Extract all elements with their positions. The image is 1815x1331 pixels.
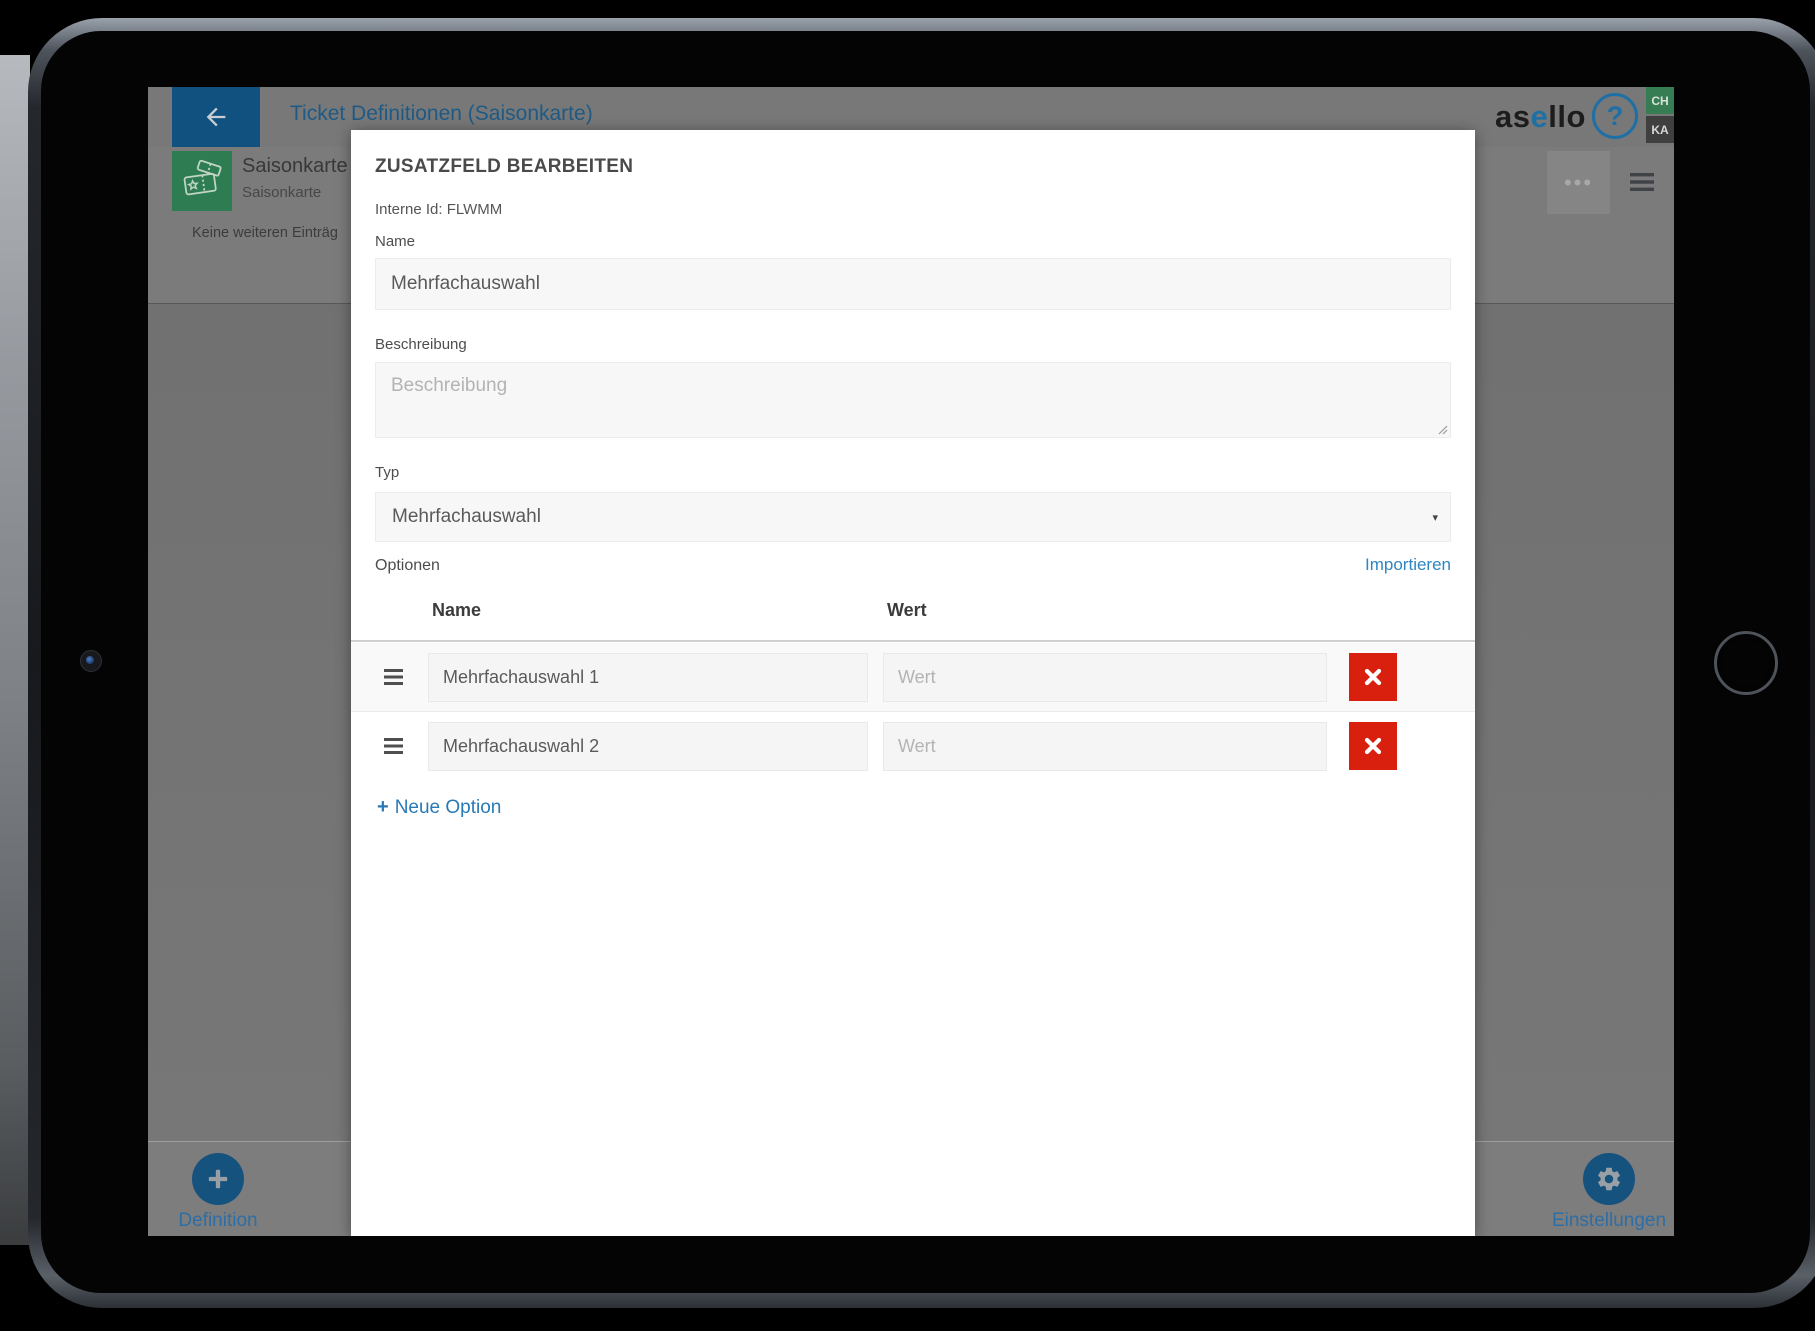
column-header-name: Name <box>432 600 481 621</box>
close-icon <box>1363 736 1383 756</box>
description-label: Beschreibung <box>375 336 467 353</box>
back-arrow-icon <box>202 103 230 131</box>
locale-badges: CH KA <box>1646 87 1674 143</box>
option-wert-input[interactable] <box>883 722 1327 771</box>
badge-ch: CH <box>1646 87 1674 114</box>
logo-prefix: as <box>1495 99 1530 134</box>
einstellungen-label: Einstellungen <box>1552 1210 1666 1232</box>
option-wert-input[interactable] <box>883 653 1327 702</box>
list-item-saisonkarte[interactable]: Saisonkarte Saisonkarte <box>172 151 348 211</box>
chevron-down-icon: ▾ <box>1432 511 1438 524</box>
name-label: Name <box>375 233 415 250</box>
import-link[interactable]: Importieren <box>1365 555 1451 575</box>
options-head: Optionen Importieren <box>375 555 1451 575</box>
edit-field-modal: ZUSATZFELD BEARBEITEN Interne Id: FLWMM … <box>351 130 1475 1236</box>
type-select[interactable]: Mehrfachauswahl ▾ <box>375 492 1451 542</box>
page-title: Ticket Definitionen (Saisonkarte) <box>290 102 593 126</box>
definition-label: Definition <box>178 1210 257 1232</box>
option-name-input[interactable] <box>428 653 868 702</box>
logo-accent: e <box>1530 99 1548 134</box>
background-wall <box>0 55 30 1245</box>
column-header-wert: Wert <box>887 600 927 621</box>
internal-id-label: Interne Id: <box>375 201 443 218</box>
description-textarea[interactable] <box>375 362 1451 438</box>
definition-button[interactable]: Definition <box>148 1153 298 1232</box>
more-button[interactable]: ••• <box>1547 151 1610 214</box>
ticket-icon <box>172 151 232 211</box>
option-row <box>351 712 1475 780</box>
question-glyph: ? <box>1607 101 1624 132</box>
options-table-header: Name Wert <box>351 600 1475 642</box>
gear-icon <box>1583 1153 1635 1205</box>
camera-lens <box>86 656 94 664</box>
einstellungen-button[interactable]: Einstellungen <box>1529 1153 1674 1232</box>
asello-logo: asello <box>1495 99 1586 135</box>
plus-icon: + <box>377 796 389 819</box>
option-name-input[interactable] <box>428 722 868 771</box>
type-select-value: Mehrfachauswahl <box>392 506 541 528</box>
drag-handle-icon[interactable] <box>384 738 403 759</box>
camera-icon <box>80 650 102 672</box>
help-icon[interactable]: ? <box>1592 93 1638 139</box>
new-option-label: Neue Option <box>395 797 502 819</box>
logo-suffix: llo <box>1548 99 1586 134</box>
option-row <box>351 643 1475 712</box>
home-button[interactable] <box>1714 631 1778 695</box>
drag-handle-icon[interactable] <box>384 669 403 690</box>
description-wrap <box>375 362 1451 438</box>
new-option-link[interactable]: + Neue Option <box>377 796 501 819</box>
list-item-subtitle: Saisonkarte <box>242 184 348 201</box>
back-button[interactable] <box>172 87 260 147</box>
list-item-text: Saisonkarte Saisonkarte <box>242 151 348 211</box>
type-label: Typ <box>375 464 399 481</box>
modal-title: ZUSATZFELD BEARBEITEN <box>375 156 633 178</box>
empty-list-text: Keine weiteren Einträg <box>192 225 338 241</box>
delete-option-button[interactable] <box>1349 653 1397 701</box>
options-label: Optionen <box>375 557 440 575</box>
add-definition-icon <box>192 1153 244 1205</box>
menu-icon[interactable] <box>1628 169 1656 197</box>
delete-option-button[interactable] <box>1349 722 1397 770</box>
tablet-screen: Ticket Definitionen (Saisonkarte) asello… <box>148 87 1674 1236</box>
close-icon <box>1363 667 1383 687</box>
badge-ka: KA <box>1646 116 1674 143</box>
internal-id: Interne Id: FLWMM <box>375 201 502 218</box>
list-item-title: Saisonkarte <box>242 155 348 178</box>
name-input[interactable] <box>375 258 1451 310</box>
resize-handle-icon[interactable] <box>1437 424 1448 435</box>
internal-id-value: FLWMM <box>447 201 503 218</box>
